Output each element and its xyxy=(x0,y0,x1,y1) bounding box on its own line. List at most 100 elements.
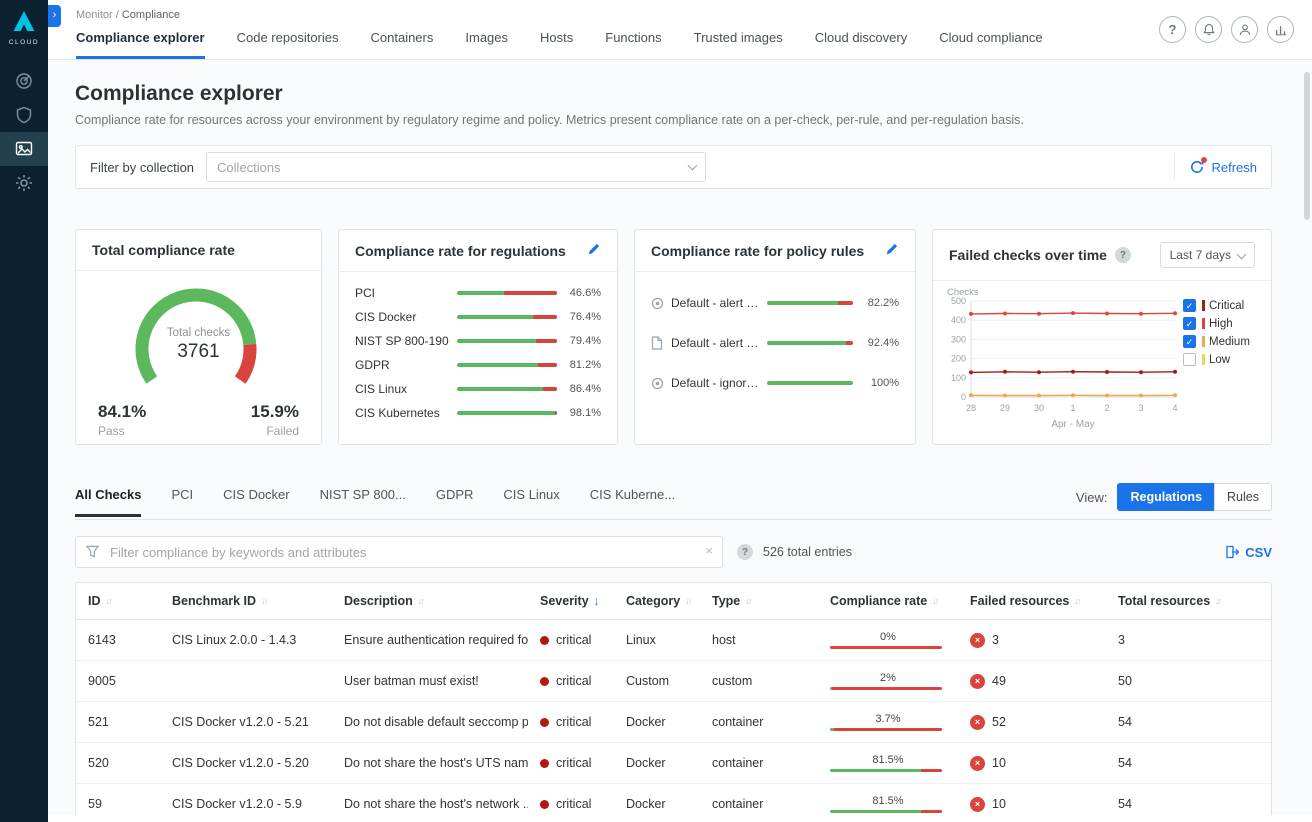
policy-rule-row[interactable]: Default - ignore T... 100% xyxy=(651,376,899,390)
clear-search-icon[interactable]: × xyxy=(705,543,713,558)
tab-images[interactable]: Images xyxy=(465,30,508,59)
view-regulations-button[interactable]: Regulations xyxy=(1117,483,1215,511)
table-row[interactable]: 9005 User batman must exist! critical Cu… xyxy=(76,661,1271,702)
help-icon[interactable]: ? xyxy=(737,544,753,560)
help-icon[interactable]: ? xyxy=(1115,247,1131,263)
tab-hosts[interactable]: Hosts xyxy=(540,30,573,59)
chevron-down-icon xyxy=(1237,249,1247,259)
svg-text:400: 400 xyxy=(951,315,966,325)
edit-pencil-icon[interactable] xyxy=(885,242,899,259)
sidebar-expand-button[interactable]: › xyxy=(48,5,61,27)
collections-select[interactable] xyxy=(206,152,706,182)
time-range-select[interactable]: Last 7 days xyxy=(1160,242,1255,268)
tab-cloud-discovery[interactable]: Cloud discovery xyxy=(815,30,908,59)
column-header-compliance-rate[interactable]: Compliance rate↓↑ xyxy=(818,583,958,619)
results-tab-all-checks[interactable]: All Checks xyxy=(75,487,141,517)
tab-containers[interactable]: Containers xyxy=(371,30,434,59)
sort-icon[interactable]: ↓↑ xyxy=(1074,596,1079,606)
tab-trusted-images[interactable]: Trusted images xyxy=(694,30,783,59)
column-header-severity[interactable]: Severity↓ xyxy=(528,583,614,619)
edit-pencil-icon[interactable] xyxy=(587,242,601,259)
cell-severity: critical xyxy=(528,784,614,815)
regulation-row[interactable]: CIS Kubernetes98.1% xyxy=(355,406,601,420)
cell-failed-resources: ×3 xyxy=(958,620,1106,660)
column-header-total-resources[interactable]: Total resources↓↑ xyxy=(1106,583,1271,619)
app-logo[interactable]: CLOUD xyxy=(0,0,48,46)
results-tab-cis-docker[interactable]: CIS Docker xyxy=(223,487,289,517)
legend-item-high[interactable]: ✓ High xyxy=(1183,317,1250,330)
tab-compliance-explorer[interactable]: Compliance explorer xyxy=(76,30,205,59)
search-input[interactable] xyxy=(75,536,723,568)
filter-funnel-icon xyxy=(86,545,99,563)
collections-input[interactable] xyxy=(206,152,706,182)
main-area: Monitor / Compliance Compliance explorer… xyxy=(48,0,1312,822)
cell-type: container xyxy=(700,702,818,742)
column-header-category[interactable]: Category↓↑ xyxy=(614,583,700,619)
breadcrumb-page: Compliance xyxy=(122,9,180,21)
cell-category: Custom xyxy=(614,661,700,701)
table-row[interactable]: 521 CIS Docker v1.2.0 - 5.21 Do not disa… xyxy=(76,702,1271,743)
column-header-description[interactable]: Description↓↑ xyxy=(332,583,528,619)
policy-rules-card: Compliance rate for policy rules Default… xyxy=(634,229,916,445)
policy-rule-name: Default - ignore T... xyxy=(671,376,767,390)
column-header-type[interactable]: Type↓↑ xyxy=(700,583,818,619)
view-rules-button[interactable]: Rules xyxy=(1214,483,1272,511)
regulation-row[interactable]: NIST SP 800-19079.4% xyxy=(355,334,601,348)
legend-item-critical[interactable]: ✓Critical xyxy=(1183,299,1250,312)
sort-icon[interactable]: ↓↑ xyxy=(261,596,266,606)
policy-rule-row[interactable]: Default - alert on c... 92.4% xyxy=(651,336,899,350)
sort-icon[interactable]: ↓↑ xyxy=(418,596,423,606)
policy-rule-row[interactable]: Default - alert on c... 82.2% xyxy=(651,296,899,310)
results-tab-nist[interactable]: NIST SP 800... xyxy=(320,487,406,517)
table-row[interactable]: 59 CIS Docker v1.2.0 - 5.9 Do not share … xyxy=(76,784,1271,815)
column-header-failed-resources[interactable]: Failed resources↓↑ xyxy=(958,583,1106,619)
legend-checkbox[interactable]: ✓ xyxy=(1183,299,1196,312)
failed-icon: × xyxy=(970,797,985,812)
failed-icon: × xyxy=(970,633,985,648)
results-tab-gdpr[interactable]: GDPR xyxy=(436,487,474,517)
sort-descending-icon[interactable]: ↓ xyxy=(594,594,600,608)
tab-cloud-compliance[interactable]: Cloud compliance xyxy=(939,30,1042,59)
csv-export-button[interactable]: CSV xyxy=(1225,545,1272,560)
legend-label: High xyxy=(1209,318,1233,330)
policy-rule-percent: 82.2% xyxy=(861,297,899,309)
sidebar-item-defend[interactable] xyxy=(0,98,48,132)
tab-functions[interactable]: Functions xyxy=(605,30,661,59)
legend-checkbox[interactable]: ✓ xyxy=(1183,335,1196,348)
results-tab-pci[interactable]: PCI xyxy=(171,487,193,517)
breadcrumb-section[interactable]: Monitor / xyxy=(76,9,119,21)
legend-checkbox[interactable] xyxy=(1183,353,1196,366)
sort-icon[interactable]: ↓↑ xyxy=(932,596,937,606)
user-profile-icon[interactable] xyxy=(1231,16,1258,43)
compliance-bar xyxy=(830,810,942,813)
legend-item-low[interactable]: Low xyxy=(1183,353,1250,366)
sidebar-item-radar[interactable] xyxy=(0,64,48,98)
column-header-id[interactable]: ID↓↑ xyxy=(76,583,160,619)
legend-checkbox[interactable]: ✓ xyxy=(1183,317,1196,330)
results-tab-cis-linux[interactable]: CIS Linux xyxy=(503,487,559,517)
legend-color-chip xyxy=(1202,300,1205,311)
legend-item-medium[interactable]: ✓Medium xyxy=(1183,335,1250,348)
notifications-bell-icon[interactable] xyxy=(1195,16,1222,43)
regulation-row[interactable]: GDPR81.2% xyxy=(355,358,601,372)
legend-label: Low xyxy=(1209,354,1230,366)
table-row[interactable]: 6143 CIS Linux 2.0.0 - 1.4.3 Ensure auth… xyxy=(76,620,1271,661)
refresh-button[interactable]: Refresh xyxy=(1189,159,1257,175)
help-icon[interactable]: ? xyxy=(1159,16,1186,43)
tab-code-repositories[interactable]: Code repositories xyxy=(237,30,339,59)
column-header-benchmark[interactable]: Benchmark ID↓↑ xyxy=(160,583,332,619)
results-tab-cis-kubernetes[interactable]: CIS Kuberne... xyxy=(590,487,675,517)
usage-chart-icon[interactable] xyxy=(1267,16,1294,43)
sort-icon[interactable]: ↓↑ xyxy=(106,596,111,606)
regulation-row[interactable]: PCI46.6% xyxy=(355,286,601,300)
regulation-row[interactable]: CIS Docker76.4% xyxy=(355,310,601,324)
regulation-row[interactable]: CIS Linux86.4% xyxy=(355,382,601,396)
sidebar-item-monitor[interactable] xyxy=(0,132,48,166)
sort-icon[interactable]: ↓↑ xyxy=(745,596,750,606)
sidebar-item-manage[interactable] xyxy=(0,166,48,200)
cell-benchmark xyxy=(160,661,332,701)
table-row[interactable]: 520 CIS Docker v1.2.0 - 5.20 Do not shar… xyxy=(76,743,1271,784)
sort-icon[interactable]: ↓↑ xyxy=(1215,596,1220,606)
page-scrollbar[interactable] xyxy=(1304,72,1310,220)
sort-icon[interactable]: ↓↑ xyxy=(685,596,690,606)
